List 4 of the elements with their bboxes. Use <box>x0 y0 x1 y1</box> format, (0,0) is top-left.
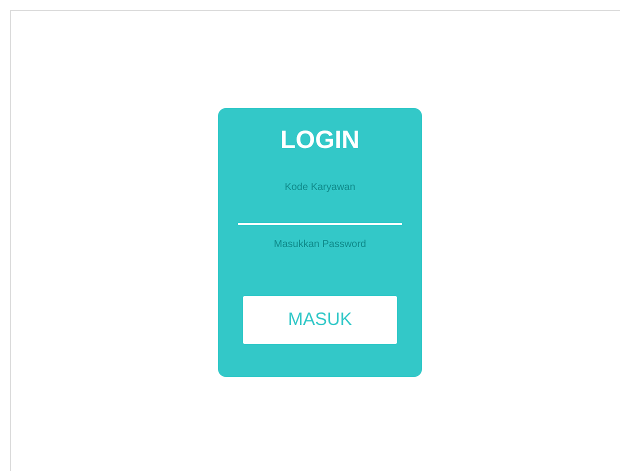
input-field[interactable]: Kode Karyawan <box>238 176 402 198</box>
login-button[interactable]: MASUK <box>243 296 397 344</box>
login-title: LOGIN <box>279 125 361 156</box>
input-field[interactable]: Masukkan Password <box>238 232 402 256</box>
